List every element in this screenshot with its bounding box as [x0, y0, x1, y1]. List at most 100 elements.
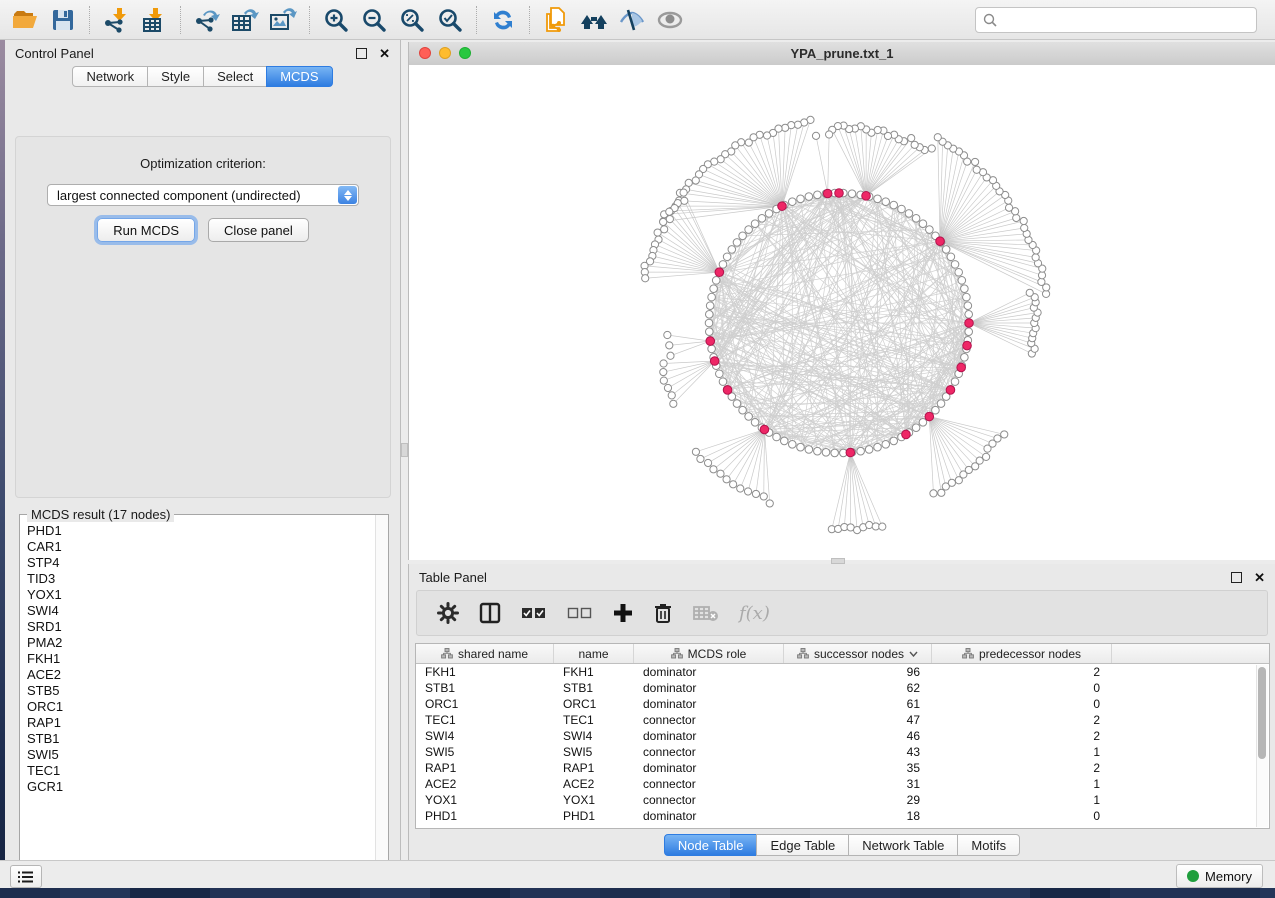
window-traffic-lights [419, 47, 471, 59]
table-row[interactable]: TEC1TEC1connector472 [416, 712, 1269, 728]
result-list-scrollbar[interactable] [375, 515, 388, 876]
delete-column-button[interactable] [653, 602, 673, 624]
refresh-layout-button[interactable] [484, 4, 522, 36]
delete-table-icon [693, 604, 719, 622]
cell: SWI4 [554, 729, 634, 743]
table-row[interactable]: SWI4SWI4dominator462 [416, 728, 1269, 744]
horizontal-splitter-grip[interactable] [831, 558, 845, 564]
table-row[interactable]: ACE2ACE2connector311 [416, 776, 1269, 792]
tab-style[interactable]: Style [147, 66, 204, 87]
column-header-predecessor-nodes[interactable]: predecessor nodes [932, 644, 1112, 663]
column-header-name[interactable]: name [554, 644, 634, 663]
result-node[interactable]: FKH1 [21, 651, 375, 667]
delete-table-button[interactable] [693, 604, 719, 622]
cell: 61 [784, 697, 932, 711]
table-options-button[interactable] [437, 602, 459, 624]
result-node[interactable]: SRD1 [21, 619, 375, 635]
column-header-successor-nodes[interactable]: successor nodes [784, 644, 932, 663]
result-node[interactable]: SWI5 [21, 747, 375, 763]
tab-node-table[interactable]: Node Table [664, 834, 758, 856]
export-table-button[interactable] [226, 4, 264, 36]
close-panel-button[interactable]: Close panel [208, 218, 309, 242]
deselect-all-rows-button[interactable] [567, 606, 593, 620]
column-header-MCDS-role[interactable]: MCDS role [634, 644, 784, 663]
result-node[interactable]: STB5 [21, 683, 375, 699]
tab-network[interactable]: Network [72, 66, 148, 87]
task-history-button[interactable] [10, 865, 42, 888]
tab-mcds[interactable]: MCDS [266, 66, 332, 87]
table-scrollbar[interactable] [1256, 665, 1268, 827]
table-row[interactable]: YOX1YOX1connector291 [416, 792, 1269, 808]
import-table-button[interactable] [135, 4, 173, 36]
list-icon [18, 871, 34, 883]
table-row[interactable]: FKH1FKH1dominator962 [416, 664, 1269, 680]
table-body: FKH1FKH1dominator962STB1STB1dominator620… [416, 664, 1269, 824]
splitter-grip[interactable] [401, 443, 408, 457]
result-node[interactable]: TID3 [21, 571, 375, 587]
memory-label: Memory [1205, 869, 1252, 884]
function-builder-button[interactable]: f(x) [739, 603, 770, 624]
minimize-window-icon[interactable] [439, 47, 451, 59]
result-node[interactable]: CAR1 [21, 539, 375, 555]
run-mcds-button[interactable]: Run MCDS [97, 218, 195, 242]
result-node[interactable]: TEC1 [21, 763, 375, 779]
cell: 1 [932, 777, 1112, 791]
save-session-button[interactable] [44, 4, 82, 36]
table-row[interactable]: SWI5SWI5connector431 [416, 744, 1269, 760]
result-node[interactable]: ACE2 [21, 667, 375, 683]
search-input[interactable] [998, 12, 1256, 29]
select-all-rows-button[interactable] [521, 606, 547, 620]
table-scrollbar-thumb[interactable] [1258, 667, 1266, 759]
result-node[interactable]: PMA2 [21, 635, 375, 651]
search-box [975, 7, 1257, 33]
memory-button[interactable]: Memory [1176, 864, 1263, 888]
tab-edge-table[interactable]: Edge Table [756, 834, 849, 856]
float-window-icon[interactable] [1231, 572, 1242, 583]
table-row[interactable]: ORC1ORC1dominator610 [416, 696, 1269, 712]
mcds-tab-content: Optimization criterion: largest connecte… [15, 136, 391, 498]
result-node[interactable]: GCR1 [21, 779, 375, 795]
search-network-button[interactable] [575, 4, 613, 36]
criterion-dropdown[interactable]: largest connected component (undirected) [47, 184, 359, 206]
column-header-shared-name[interactable]: shared name [416, 644, 554, 663]
result-node[interactable]: RAP1 [21, 715, 375, 731]
zoom-selected-button[interactable] [431, 4, 469, 36]
control-panel-tabs: NetworkStyleSelectMCDS [5, 66, 400, 87]
maximize-window-icon[interactable] [459, 47, 471, 59]
result-node[interactable]: ORC1 [21, 699, 375, 715]
hide-details-button[interactable] [613, 4, 651, 36]
import-network-button[interactable] [97, 4, 135, 36]
close-panel-icon[interactable]: ✕ [379, 47, 390, 60]
result-node[interactable]: PHD1 [21, 523, 375, 539]
vertical-splitter[interactable] [401, 40, 408, 860]
tab-motifs[interactable]: Motifs [957, 834, 1020, 856]
table-row[interactable]: RAP1RAP1dominator352 [416, 760, 1269, 776]
cell: dominator [634, 761, 784, 775]
result-node[interactable]: SWI4 [21, 603, 375, 619]
toolbar-separator [309, 6, 310, 34]
export-image-button[interactable] [264, 4, 302, 36]
close-window-icon[interactable] [419, 47, 431, 59]
result-node[interactable]: STB1 [21, 731, 375, 747]
show-details-button[interactable] [651, 4, 689, 36]
zoom-in-button[interactable] [317, 4, 355, 36]
table-row[interactable]: PHD1PHD1dominator180 [416, 808, 1269, 824]
result-node[interactable]: STP4 [21, 555, 375, 571]
table-row[interactable]: STB1STB1dominator620 [416, 680, 1269, 696]
close-panel-icon[interactable]: ✕ [1254, 571, 1265, 584]
network-graph [409, 65, 1275, 560]
export-network-button[interactable] [188, 4, 226, 36]
network-window-titlebar[interactable]: YPA_prune.txt_1 [409, 42, 1275, 66]
open-file-button[interactable] [6, 4, 44, 36]
show-columns-button[interactable] [479, 602, 501, 624]
zoom-fit-button[interactable] [393, 4, 431, 36]
tab-select[interactable]: Select [203, 66, 267, 87]
share-document-button[interactable] [537, 4, 575, 36]
result-node[interactable]: YOX1 [21, 587, 375, 603]
tab-network-table[interactable]: Network Table [848, 834, 958, 856]
add-column-button[interactable] [613, 603, 633, 623]
network-canvas[interactable] [409, 65, 1275, 560]
toolbar-separator [89, 6, 90, 34]
zoom-out-button[interactable] [355, 4, 393, 36]
float-window-icon[interactable] [356, 48, 367, 59]
